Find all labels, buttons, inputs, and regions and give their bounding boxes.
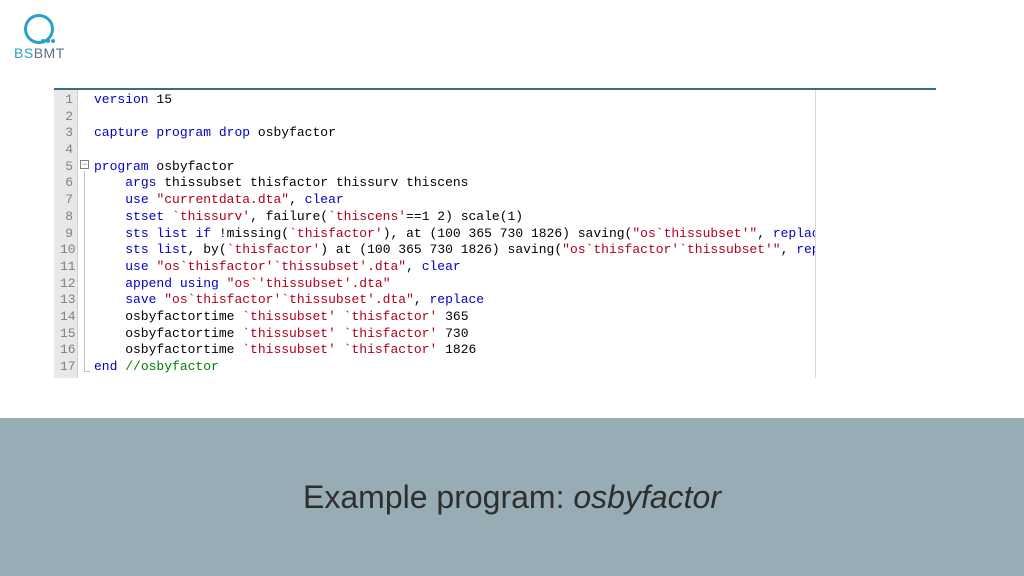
fold-end-icon xyxy=(84,371,90,372)
fold-toggle-icon[interactable]: − xyxy=(80,160,89,169)
logo-bs: BS xyxy=(14,45,34,61)
code-editor: 1234567891011121314151617 − version 15 c… xyxy=(54,88,936,378)
logo-bmt: BMT xyxy=(34,45,65,61)
logo-circle-icon xyxy=(24,14,54,44)
caption-prefix: Example program: xyxy=(303,479,573,515)
caption-program-name: osbyfactor xyxy=(573,479,721,515)
logo-text: BSBMT xyxy=(14,45,65,61)
caption-bar: Example program: osbyfactor xyxy=(0,418,1024,576)
fold-margin: − xyxy=(78,90,92,378)
logo: BSBMT xyxy=(14,14,65,61)
line-number-gutter: 1234567891011121314151617 xyxy=(54,90,78,378)
fold-guide-line xyxy=(84,171,85,372)
code-content: version 15 capture program drop osbyfact… xyxy=(92,90,816,378)
slide-caption: Example program: osbyfactor xyxy=(303,479,721,516)
code-right-margin xyxy=(816,90,936,378)
